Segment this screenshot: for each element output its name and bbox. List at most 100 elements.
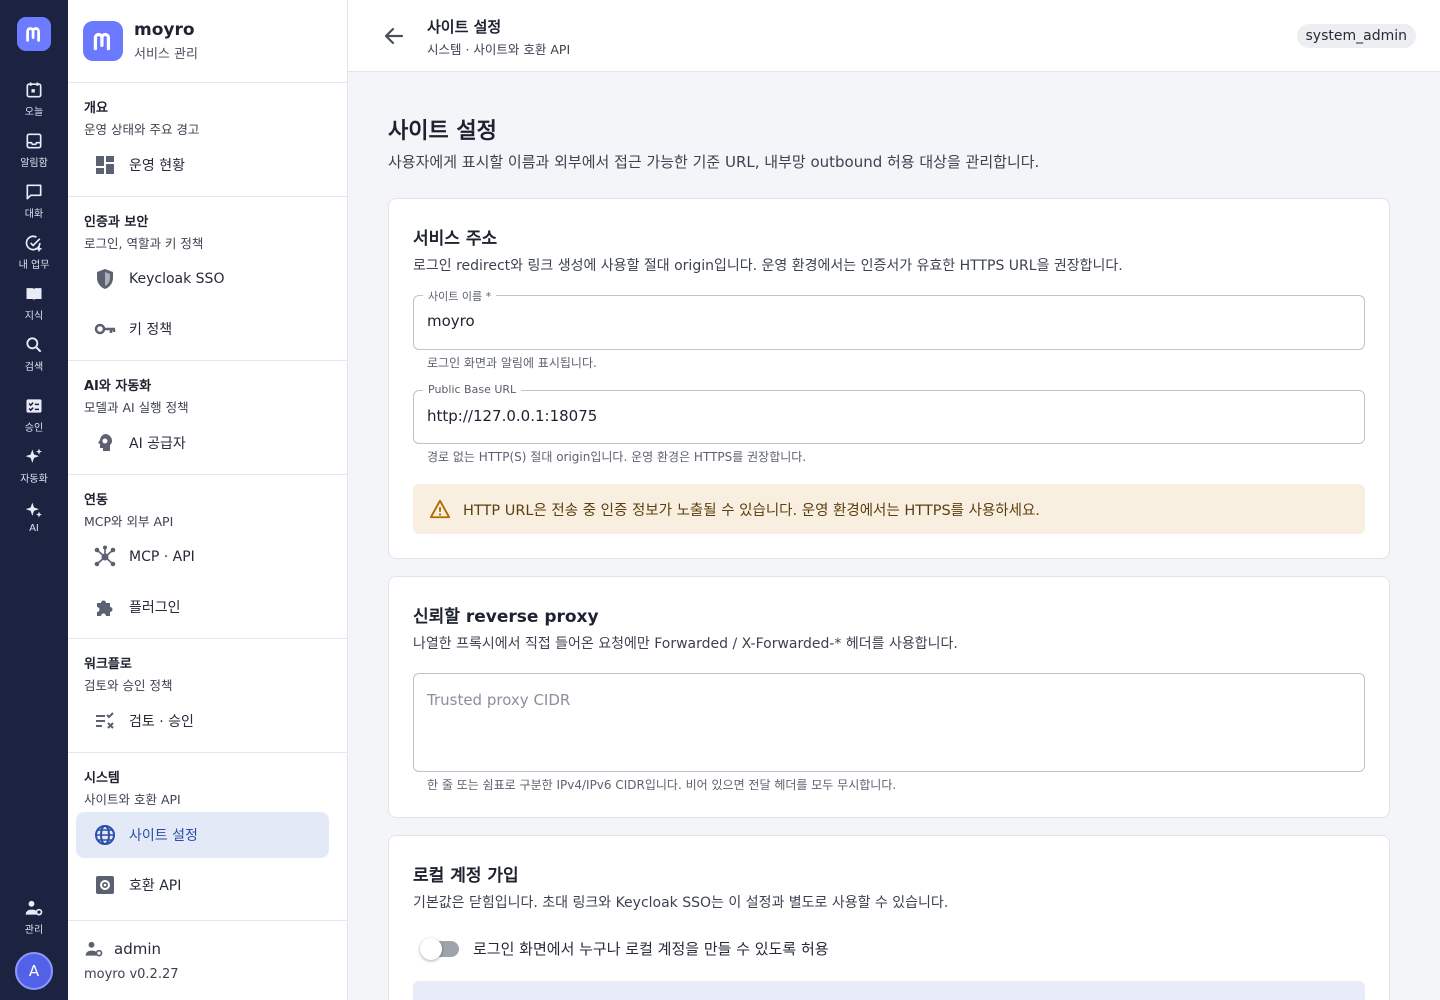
key-icon (94, 323, 116, 335)
sidebar-item-label: Keycloak SSO (129, 271, 225, 287)
nav-group-integration: 연동 MCP와 외부 API MCP · API 플러그인 (68, 475, 347, 639)
main-content: 사이트 설정 사용자에게 표시할 이름과 외부에서 접근 가능한 기준 URL,… (348, 73, 1440, 1000)
trusted-proxy-textarea[interactable]: Trusted proxy CIDR (413, 673, 1365, 772)
task-check-icon (25, 234, 42, 251)
info-alert (413, 981, 1365, 1000)
user-admin-icon (85, 941, 103, 957)
card-description: 로그인 redirect와 링크 생성에 사용할 절대 origin입니다. 운… (413, 258, 1123, 274)
sidebar-item-label: 운영 현황 (129, 158, 185, 174)
field-helper: 경로 없는 HTTP(S) 절대 origin입니다. 운영 환경은 HTTPS… (427, 450, 807, 464)
group-title: AI와 자동화 (84, 379, 152, 394)
brand-header: moyro 서비스 관리 (68, 0, 347, 83)
sidebar: moyro 서비스 관리 개요 운영 상태와 주요 경고 운영 현황 인증과 보… (68, 0, 348, 1000)
header-title: 사이트 설정 (427, 18, 502, 36)
sidebar-item-label: 사이트 설정 (129, 828, 198, 844)
allow-signup-toggle-row[interactable]: 로그인 화면에서 누구나 로컬 계정을 만들 수 있도록 허용 (420, 937, 829, 960)
sidebar-item-label: 키 정책 (129, 322, 173, 338)
group-title: 시스템 (84, 771, 120, 786)
field-helper: 한 줄 또는 쉼표로 구분한 IPv4/IPv6 CIDR입니다. 비어 있으면… (427, 778, 897, 792)
nav-group-auth: 인증과 보안 로그인, 역할과 키 정책 Keycloak SSO 키 정책 (68, 197, 347, 361)
brand-name: moyro (134, 20, 195, 40)
dashboard-icon (96, 156, 114, 174)
allow-signup-toggle[interactable] (420, 937, 459, 960)
rail-item-admin[interactable]: 관리 (0, 891, 68, 942)
sidebar-item-label: AI 공급자 (129, 436, 186, 452)
sidebar-item-site-settings[interactable]: 사이트 설정 (76, 812, 329, 858)
brand-subtitle: 서비스 관리 (134, 47, 198, 62)
avatar[interactable]: A (15, 952, 53, 990)
rail-item-my-tasks[interactable]: 내 업무 (0, 226, 68, 277)
sidebar-item-mcp-api[interactable]: MCP · API (76, 534, 329, 580)
sidebar-item-label: 검토 · 승인 (129, 714, 194, 730)
field-helper: 로그인 화면과 알림에 표시됩니다. (427, 356, 597, 370)
sidebar-item-plugins[interactable]: 플러그인 (76, 584, 329, 630)
rail-item-chat[interactable]: 대화 (0, 175, 68, 226)
rail-label: 승인 (24, 422, 44, 434)
http-warning-alert: HTTP URL은 전송 중 인증 정보가 노출될 수 있습니다. 운영 환경에… (413, 484, 1365, 534)
admin-gear-icon (25, 900, 43, 915)
sidebar-item-keycloak[interactable]: Keycloak SSO (76, 256, 329, 302)
toggle-label: 로그인 화면에서 누구나 로컬 계정을 만들 수 있도록 허용 (473, 940, 829, 958)
group-desc: 검토와 승인 정책 (84, 678, 173, 693)
group-title: 워크플로 (84, 657, 132, 672)
ai-sparkle-icon (25, 502, 42, 517)
sidebar-item-compat-api[interactable]: 호환 API (76, 862, 329, 908)
chat-icon (26, 184, 42, 199)
card-title: 로컬 계정 가입 (413, 866, 519, 886)
page-description: 사용자에게 표시할 이름과 외부에서 접근 가능한 기준 URL, 내부망 ou… (388, 153, 1040, 171)
inbox-icon (26, 133, 42, 148)
sidebar-item-label: MCP · API (129, 549, 195, 565)
rail-item-search[interactable]: 검색 (0, 328, 68, 379)
rail-item-inbox[interactable]: 알림함 (0, 124, 68, 175)
hub-icon (94, 545, 116, 567)
rail-label: 알림함 (20, 157, 48, 169)
nav-group-ai: AI와 자동화 모델과 AI 실행 정책 AI 공급자 (68, 361, 347, 475)
icon-rail: 오늘 알림함 대화 내 업무 지식 검색 승인 자동화 AI 관리 A (0, 0, 68, 1000)
service-address-card: 서비스 주소 로그인 redirect와 링크 생성에 사용할 절대 origi… (388, 198, 1390, 559)
back-arrow-icon[interactable] (382, 24, 406, 48)
app-logo-icon[interactable] (17, 17, 51, 51)
base-url-field[interactable]: Public Base URL http://127.0.0.1:18075 (413, 383, 1365, 444)
breadcrumb: 시스템 · 사이트와 호환 API (427, 42, 571, 57)
puzzle-icon (97, 600, 113, 616)
rail-label: 관리 (24, 924, 44, 936)
card-title: 서비스 주소 (413, 229, 498, 249)
role-badge: system_admin (1296, 24, 1416, 48)
page-title: 사이트 설정 (388, 119, 497, 144)
reverse-proxy-card: 신뢰할 reverse proxy 나열한 프록시에서 직접 들어온 요청에만 … (388, 576, 1390, 818)
site-name-value: moyro (427, 312, 475, 330)
rail-item-automation[interactable]: 자동화 (0, 440, 68, 491)
group-desc: 로그인, 역할과 키 정책 (84, 236, 204, 251)
rail-label: 자동화 (20, 473, 48, 485)
textarea-placeholder: Trusted proxy CIDR (427, 691, 571, 709)
group-desc: 운영 상태와 주요 경고 (84, 122, 200, 137)
rail-item-approval[interactable]: 승인 (0, 389, 68, 440)
field-label: Public Base URL (423, 383, 522, 396)
sidebar-item-label: 플러그인 (129, 600, 181, 616)
sidebar-footer: admin moyro v0.2.27 (68, 920, 347, 1000)
rail-item-today[interactable]: 오늘 (0, 73, 68, 124)
rail-label: 지식 (24, 310, 44, 322)
rail-label: 검색 (24, 361, 44, 373)
card-description: 나열한 프록시에서 직접 들어온 요청에만 Forwarded / X-Forw… (413, 636, 958, 652)
sidebar-item-key-policy[interactable]: 키 정책 (76, 306, 329, 352)
group-title: 인증과 보안 (84, 215, 149, 230)
sidebar-item-ai-provider[interactable]: AI 공급자 (76, 420, 329, 466)
card-description: 기본값은 닫힘입니다. 초대 링크와 Keycloak SSO는 이 설정과 별… (413, 895, 949, 911)
sidebar-item-label: 호환 API (129, 878, 182, 894)
rail-item-knowledge[interactable]: 지식 (0, 277, 68, 328)
group-title: 개요 (84, 101, 108, 116)
shield-icon (97, 269, 113, 289)
site-name-field[interactable]: 사이트 이름 * moyro (413, 288, 1365, 350)
sparkle-icon (25, 448, 42, 463)
sidebar-item-review-approval[interactable]: 검토 · 승인 (76, 698, 329, 744)
field-label: 사이트 이름 * (423, 288, 497, 304)
group-title: 연동 (84, 493, 108, 508)
search-icon (26, 336, 42, 352)
sidebar-item-ops-status[interactable]: 운영 현황 (76, 142, 329, 188)
current-user[interactable]: admin (84, 939, 347, 959)
rail-label: 대화 (24, 208, 44, 220)
group-desc: 모델과 AI 실행 정책 (84, 400, 189, 415)
rail-item-ai[interactable]: AI (0, 491, 68, 542)
warning-icon (429, 499, 451, 519)
